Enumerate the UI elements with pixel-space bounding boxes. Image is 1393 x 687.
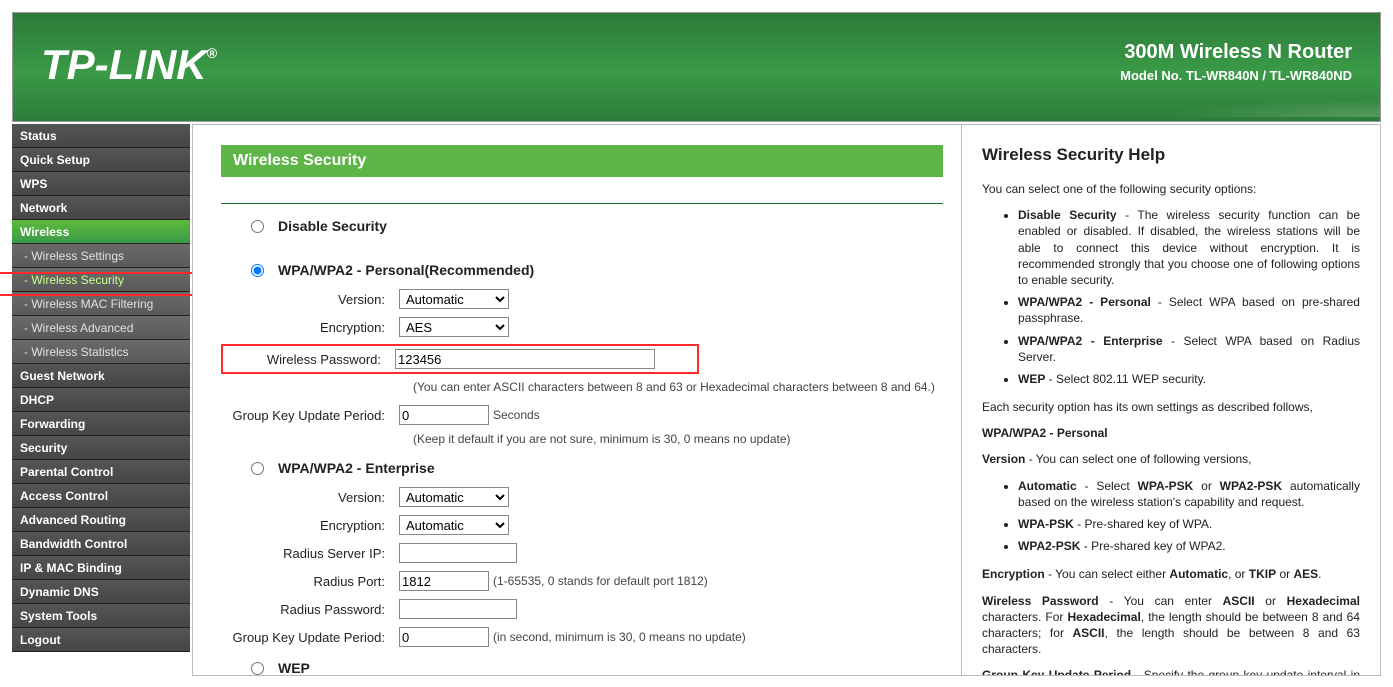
separator (221, 203, 943, 204)
nav-sidebar: StatusQuick SetupWPSNetworkWireless- Wir… (12, 124, 190, 676)
help-options-list: Disable Security - The wireless security… (1018, 207, 1360, 387)
brand-logo: TP-LINK® (41, 41, 217, 89)
disable-security-label: Disable Security (278, 218, 387, 234)
nav-item-guest-network[interactable]: Guest Network (12, 364, 190, 388)
help-title: Wireless Security Help (982, 145, 1360, 165)
nav-item-wireless-advanced[interactable]: - Wireless Advanced (12, 316, 190, 340)
encryption-select-enterprise[interactable]: Automatic (399, 515, 509, 535)
gkup-hint-personal: (Keep it default if you are not sure, mi… (413, 432, 943, 446)
help-version-lead: Version - You can select one of followin… (982, 451, 1360, 467)
help-version-list: Automatic - Select WPA-PSK or WPA2-PSK a… (1018, 478, 1360, 555)
nav-item-dynamic-dns[interactable]: Dynamic DNS (12, 580, 190, 604)
radius-port-label: Radius Port: (221, 574, 399, 589)
radius-pw-input[interactable] (399, 599, 517, 619)
help-password-line: Wireless Password - You can enter ASCII … (982, 593, 1360, 658)
gkup-input-personal[interactable] (399, 405, 489, 425)
gkup-input-enterprise[interactable] (399, 627, 489, 647)
gkup-label-ent: Group Key Update Period: (221, 630, 399, 645)
nav-item-ip-mac-binding[interactable]: IP & MAC Binding (12, 556, 190, 580)
help-option-item: Disable Security - The wireless security… (1018, 207, 1360, 288)
nav-item-access-control[interactable]: Access Control (12, 484, 190, 508)
nav-item-bandwidth-control[interactable]: Bandwidth Control (12, 532, 190, 556)
help-encryption-line: Encryption - You can select either Autom… (982, 566, 1360, 582)
radio-wpa-personal[interactable] (251, 264, 264, 277)
nav-item-quick-setup[interactable]: Quick Setup (12, 148, 190, 172)
model-number: Model No. TL-WR840N / TL-WR840ND (1120, 68, 1352, 83)
decorative-curve (1080, 97, 1380, 117)
help-version-item: WPA2-PSK - Pre-shared key of WPA2. (1018, 538, 1360, 554)
nav-item-forwarding[interactable]: Forwarding (12, 412, 190, 436)
version-select-personal[interactable]: Automatic (399, 289, 509, 309)
nav-item-parental-control[interactable]: Parental Control (12, 460, 190, 484)
version-select-enterprise[interactable]: Automatic (399, 487, 509, 507)
page-title: Wireless Security (221, 145, 943, 177)
nav-item-wireless-security[interactable]: - Wireless Security (12, 268, 190, 292)
encryption-label: Encryption: (221, 320, 399, 335)
radio-wep[interactable] (251, 662, 264, 675)
help-each: Each security option has its own setting… (982, 399, 1360, 415)
help-version-item: WPA-PSK - Pre-shared key of WPA. (1018, 516, 1360, 532)
radius-ip-input[interactable] (399, 543, 517, 563)
help-sec1-heading: WPA/WPA2 - Personal (982, 425, 1360, 441)
radius-port-hint: (1-65535, 0 stands for default port 1812… (493, 574, 708, 588)
option-wpa-enterprise[interactable]: WPA/WPA2 - Enterprise (221, 460, 943, 476)
nav-item-wireless-mac-filtering[interactable]: - Wireless MAC Filtering (12, 292, 190, 316)
content-panel[interactable]: Wireless Security Disable Security WPA/W… (192, 124, 961, 676)
encryption-select-personal[interactable]: AES (399, 317, 509, 337)
nav-item-wireless-statistics[interactable]: - Wireless Statistics (12, 340, 190, 364)
radio-wpa-enterprise[interactable] (251, 462, 264, 475)
nav-item-advanced-routing[interactable]: Advanced Routing (12, 508, 190, 532)
radio-disable-security[interactable] (251, 220, 264, 233)
nav-item-system-tools[interactable]: System Tools (12, 604, 190, 628)
nav-item-dhcp[interactable]: DHCP (12, 388, 190, 412)
wireless-password-input[interactable] (395, 349, 655, 369)
help-version-item: Automatic - Select WPA-PSK or WPA2-PSK a… (1018, 478, 1360, 510)
help-intro: You can select one of the following secu… (982, 181, 1360, 197)
nav-item-security[interactable]: Security (12, 436, 190, 460)
option-wpa-personal[interactable]: WPA/WPA2 - Personal(Recommended) (221, 262, 943, 278)
product-title: 300M Wireless N Router (1120, 41, 1352, 64)
wpa-enterprise-heading: WPA/WPA2 - Enterprise (278, 460, 435, 476)
help-option-item: WEP - Select 802.11 WEP security. (1018, 371, 1360, 387)
radius-ip-label: Radius Server IP: (221, 546, 399, 561)
radius-port-input[interactable] (399, 571, 489, 591)
gkup-hint-ent: (in second, minimum is 30, 0 means no up… (493, 630, 746, 644)
radius-pw-label: Radius Password: (221, 602, 399, 617)
help-option-item: WPA/WPA2 - Enterprise - Select WPA based… (1018, 333, 1360, 365)
wep-heading: WEP (278, 660, 310, 676)
version-label: Version: (221, 292, 399, 307)
nav-item-wireless-settings[interactable]: - Wireless Settings (12, 244, 190, 268)
highlight-box-password: Wireless Password: (221, 344, 699, 374)
nav-item-wps[interactable]: WPS (12, 172, 190, 196)
option-wep[interactable]: WEP (221, 660, 943, 676)
gkup-unit: Seconds (493, 408, 540, 422)
header-banner: TP-LINK® 300M Wireless N Router Model No… (12, 12, 1381, 122)
wireless-password-label: Wireless Password: (227, 352, 395, 367)
help-option-item: WPA/WPA2 - Personal - Select WPA based o… (1018, 294, 1360, 326)
option-disable-security[interactable]: Disable Security (221, 218, 943, 234)
wpa-personal-heading: WPA/WPA2 - Personal(Recommended) (278, 262, 534, 278)
nav-item-network[interactable]: Network (12, 196, 190, 220)
nav-item-status[interactable]: Status (12, 124, 190, 148)
nav-item-wireless[interactable]: Wireless (12, 220, 190, 244)
encryption-label-ent: Encryption: (221, 518, 399, 533)
version-label-ent: Version: (221, 490, 399, 505)
nav-item-logout[interactable]: Logout (12, 628, 190, 652)
password-hint: (You can enter ASCII characters between … (413, 380, 943, 394)
help-panel[interactable]: Wireless Security Help You can select on… (961, 124, 1381, 676)
gkup-label-personal: Group Key Update Period: (221, 408, 399, 423)
